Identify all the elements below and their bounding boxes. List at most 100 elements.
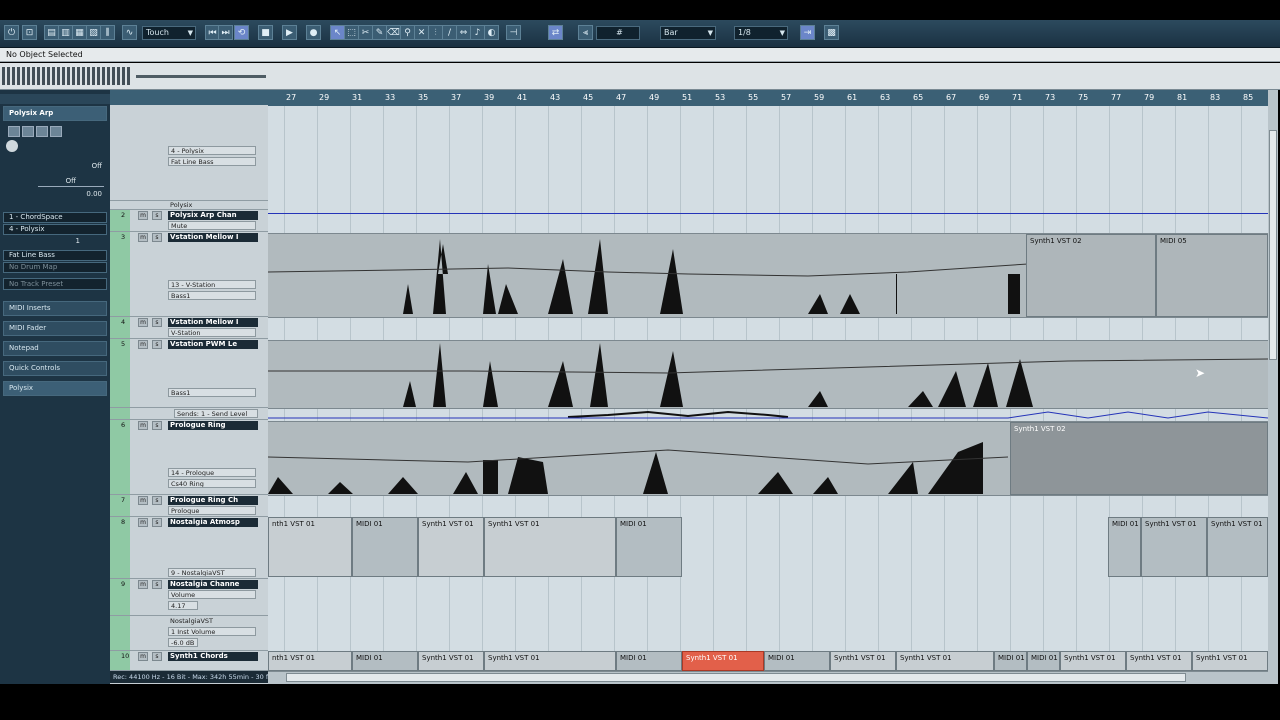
autoscroll-icon[interactable]: ⇥ xyxy=(800,25,815,40)
grid-type-select[interactable]: # xyxy=(596,26,640,40)
track-name[interactable]: Vstation Mellow I xyxy=(168,233,258,242)
automation-value[interactable]: 4.17 xyxy=(168,601,198,610)
midi-part[interactable]: Synth1 VST 01 xyxy=(830,651,896,671)
mute-button[interactable]: m xyxy=(138,518,148,527)
midi-part[interactable]: MIDI 01 xyxy=(1108,517,1141,577)
track-name[interactable]: Polysix Arp Chan xyxy=(168,211,258,220)
midi-part[interactable]: Synth1 VST 01 xyxy=(1126,651,1192,671)
snap-type-select[interactable]: Bar ▼ xyxy=(660,26,716,40)
midi-part[interactable]: Synth1 VST 01 xyxy=(1141,517,1207,577)
section-polysix[interactable]: Polysix xyxy=(3,381,107,396)
midi-part[interactable]: Synth1 VST 01 xyxy=(484,517,616,577)
track-name[interactable]: Nostalgia Atmosp xyxy=(168,518,258,527)
midi-part[interactable]: MIDI 01 xyxy=(352,517,418,577)
audio-part-track-6[interactable]: Synth1 VST 02 xyxy=(268,421,1268,496)
mute-tool-icon[interactable]: ✕ xyxy=(414,25,429,40)
solo-button[interactable]: s xyxy=(152,518,162,527)
section-midi-inserts[interactable]: MIDI Inserts xyxy=(3,301,107,316)
nudge-icon[interactable]: ⊣ xyxy=(506,25,521,40)
midi-part[interactable]: MIDI 01 xyxy=(352,651,418,671)
section-notepad[interactable]: Notepad xyxy=(3,341,107,356)
draw-tool-icon[interactable]: ✎ xyxy=(372,25,387,40)
midi-channel[interactable]: 1 xyxy=(60,237,80,246)
track-row-8[interactable]: 8 m s Nostalgia Atmosp 9 - NostalgiaVST xyxy=(110,517,268,579)
timeline-ruler[interactable]: 27 29 31 33 35 37 39 41 43 45 47 49 51 5… xyxy=(268,90,1268,107)
input-routing[interactable]: 1 - ChordSpace xyxy=(3,212,107,223)
track-name[interactable]: Prologue Ring Ch xyxy=(168,496,258,505)
track-row-4[interactable]: 4 m s Vstation Mellow I V-Station xyxy=(110,317,268,339)
midi-part[interactable]: MIDI 01 xyxy=(1027,651,1060,671)
midi-part[interactable]: MIDI 05 xyxy=(1156,234,1268,317)
open-pool-icon[interactable]: ▧ xyxy=(86,25,101,40)
grid-snap-icon[interactable]: ⫷ xyxy=(578,25,593,40)
show-overview-icon[interactable]: ▦ xyxy=(72,25,87,40)
section-midi-fader[interactable]: MIDI Fader xyxy=(3,321,107,336)
midi-part[interactable]: MIDI 01 xyxy=(994,651,1027,671)
track-row-6[interactable]: 6 m s Prologue Ring 14 - Prologue Cs40 R… xyxy=(110,420,268,495)
color-tool-icon[interactable]: ◐ xyxy=(484,25,499,40)
mute-button[interactable]: m xyxy=(138,233,148,242)
mute-button[interactable]: m xyxy=(138,340,148,349)
solo-button[interactable]: s xyxy=(152,318,162,327)
midi-part[interactable]: nth1 VST 01 xyxy=(268,517,352,577)
quantize-select[interactable]: 1/8 ▼ xyxy=(734,26,788,40)
horizontal-scrollbar[interactable] xyxy=(268,671,1268,684)
mute-button[interactable]: m xyxy=(138,580,148,589)
scroll-thumb[interactable] xyxy=(286,673,1186,682)
track-name[interactable]: Vstation Mellow I xyxy=(168,318,258,327)
automation-value[interactable]: -6.0 dB xyxy=(168,638,198,647)
midi-part[interactable]: MIDI 01 xyxy=(764,651,830,671)
audio-part-track-3[interactable]: Synth1 VST 02 MIDI 05 xyxy=(268,233,1268,318)
track-name[interactable]: Synth1 Chords xyxy=(168,652,258,661)
midi-part[interactable]: Synth1 VST 02 xyxy=(1010,422,1268,495)
project-overview[interactable] xyxy=(0,63,1280,90)
track-row-nostalgia-vst[interactable]: NostalgiaVST 1 Inst Volume -6.0 dB xyxy=(110,616,268,651)
automation-lane-label[interactable]: Sends: 1 - Send Level xyxy=(174,409,258,418)
track-row-polysix-folder[interactable]: Polysix xyxy=(110,201,268,210)
automation-param[interactable]: 1 Inst Volume xyxy=(168,627,256,636)
solo-button[interactable]: s xyxy=(152,580,162,589)
mute-button[interactable] xyxy=(8,126,20,137)
play-tool-icon[interactable]: ♪ xyxy=(470,25,485,40)
track-name[interactable]: Prologue Ring xyxy=(168,421,258,430)
overview-range-indicator[interactable] xyxy=(136,75,266,78)
play-icon[interactable]: ▶ xyxy=(282,25,297,40)
midi-part[interactable]: Synth1 VST 01 xyxy=(484,651,616,671)
stop-icon[interactable]: ■ xyxy=(258,25,273,40)
write-button[interactable] xyxy=(50,126,62,137)
split-tool-icon[interactable]: ✂ xyxy=(358,25,373,40)
solo-button[interactable]: s xyxy=(152,421,162,430)
time-warp-tool-icon[interactable]: ⇔ xyxy=(456,25,471,40)
automation-icon[interactable]: ∿ xyxy=(122,25,137,40)
event-display[interactable]: Synth1 VST 02 MIDI 05 Synth1 VST 02 nth1… xyxy=(268,106,1268,671)
midi-part[interactable]: Synth1 VST 01 xyxy=(1060,651,1126,671)
midi-part[interactable]: nth1 VST 01 xyxy=(268,651,352,671)
track-row-9[interactable]: 9 m s Nostalgia Channe Volume 4.17 xyxy=(110,579,268,616)
mute-button[interactable]: m xyxy=(138,496,148,505)
mute-button[interactable]: m xyxy=(138,318,148,327)
midi-part[interactable]: Synth1 VST 01 xyxy=(1207,517,1268,577)
section-quick-controls[interactable]: Quick Controls xyxy=(3,361,107,376)
track-row-10[interactable]: 10 m s Synth1 Chords xyxy=(110,651,268,671)
cycle-icon[interactable]: ⟲ xyxy=(234,25,249,40)
object-selection-tool-icon[interactable]: ↖ xyxy=(330,25,345,40)
mute-button[interactable]: m xyxy=(138,211,148,220)
midi-part[interactable]: Synth1 VST 02 xyxy=(1026,234,1156,317)
show-infoline-icon[interactable]: ▥ xyxy=(58,25,73,40)
track-row-3[interactable]: 3 m s Vstation Mellow I 13 - V-Station B… xyxy=(110,232,268,317)
read-button[interactable] xyxy=(36,126,48,137)
mute-button[interactable]: m xyxy=(138,421,148,430)
drum-map-select[interactable]: No Drum Map xyxy=(3,262,107,273)
solo-button[interactable]: s xyxy=(152,211,162,220)
scroll-thumb[interactable] xyxy=(1269,130,1277,360)
midi-part[interactable]: MIDI 01 xyxy=(616,651,682,671)
solo-button[interactable] xyxy=(22,126,34,137)
inspector-track-name[interactable]: Polysix Arp xyxy=(3,106,107,121)
automation-mode-select[interactable]: Touch ▼ xyxy=(142,26,196,40)
constrain-delay-icon[interactable]: ⊡ xyxy=(22,25,37,40)
erase-tool-icon[interactable]: ⌫ xyxy=(386,25,401,40)
midi-part-selected[interactable]: Synth1 VST 01 xyxy=(682,651,764,671)
solo-button[interactable]: s xyxy=(152,496,162,505)
solo-button[interactable]: s xyxy=(152,233,162,242)
solo-button[interactable]: s xyxy=(152,340,162,349)
